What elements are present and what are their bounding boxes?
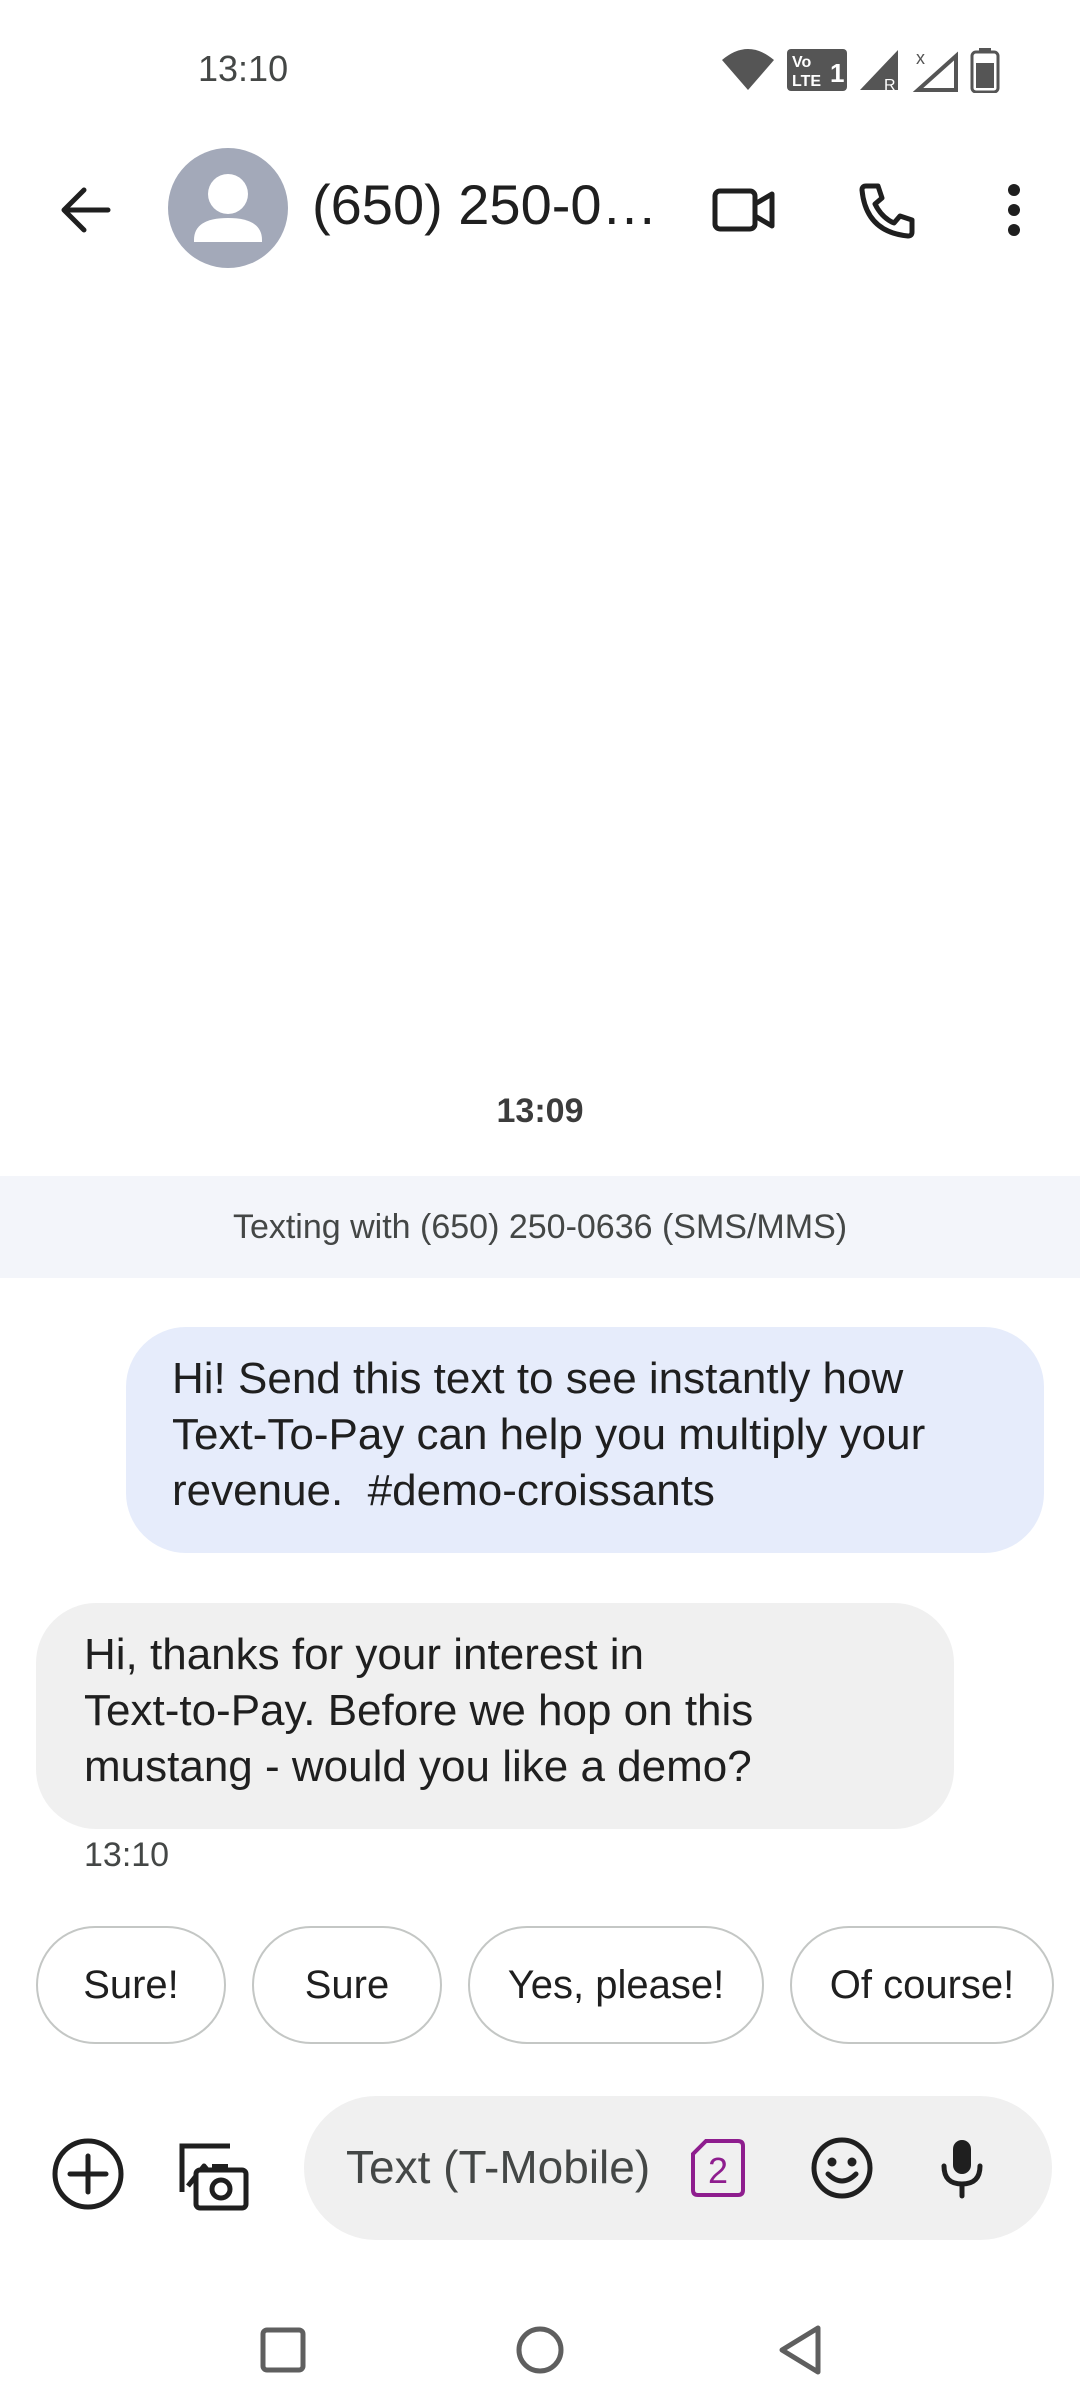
mic-icon xyxy=(941,2140,983,2199)
sim-icon: 2 xyxy=(691,2139,745,2197)
incoming-message-bubble[interactable]: Hi, thanks for your interest in Text-to-… xyxy=(36,1603,954,1829)
contact-name[interactable]: (650) 250-0636 xyxy=(312,170,662,240)
signal-no-service-icon: x xyxy=(912,48,958,92)
status-time: 13:10 xyxy=(198,48,289,89)
status-bar: 13:10 Vo LTE 1 R x xyxy=(0,0,1080,130)
add-attachment-button[interactable] xyxy=(40,2126,136,2222)
texting-with-banner: Texting with (650) 250-0636 (SMS/MMS) xyxy=(0,1176,1080,1278)
suggestion-chip[interactable]: Of course! xyxy=(790,1926,1054,2044)
volte-icon: Vo LTE 1 xyxy=(787,49,847,91)
phone-icon xyxy=(859,183,915,239)
system-back-button[interactable] xyxy=(760,2310,840,2390)
message-line: revenue. #demo-croissants xyxy=(172,1466,715,1515)
signal-roaming-icon: R xyxy=(860,50,898,92)
back-arrow-icon xyxy=(61,187,111,233)
gallery-button[interactable] xyxy=(164,2126,260,2222)
time-divider: 13:09 xyxy=(496,1092,584,1130)
message-line: Text-To-Pay can help you multiply your xyxy=(172,1410,926,1459)
emoji-icon xyxy=(811,2137,873,2199)
gallery-camera-icon xyxy=(179,2143,249,2211)
svg-text:1: 1 xyxy=(830,58,844,88)
message-line: Hi! Send this text to see instantly how xyxy=(172,1354,904,1403)
avatar-person-icon xyxy=(194,174,262,242)
voice-input-button[interactable] xyxy=(926,2132,998,2204)
home-circle-icon xyxy=(516,2326,564,2374)
recents-button[interactable] xyxy=(243,2310,323,2390)
suggestion-chip[interactable]: Sure xyxy=(252,1926,442,2044)
back-button[interactable] xyxy=(46,170,126,250)
message-line: mustang - would you like a demo? xyxy=(84,1742,752,1791)
video-call-button[interactable] xyxy=(702,168,786,252)
compose-text-field[interactable]: Text (T-Mobile) 2 xyxy=(304,2096,1052,2240)
message-timestamp: 13:10 xyxy=(84,1836,170,1874)
more-vert-icon xyxy=(1008,184,1020,236)
emoji-button[interactable] xyxy=(806,2132,878,2204)
more-options-button[interactable] xyxy=(972,168,1056,252)
recents-square-icon xyxy=(260,2327,306,2373)
status-icons: Vo LTE 1 R x xyxy=(720,44,1000,96)
svg-text:Vo: Vo xyxy=(792,54,811,71)
wifi-icon xyxy=(722,49,774,92)
compose-placeholder[interactable]: Text (T-Mobile) xyxy=(346,2140,666,2194)
suggestion-chip[interactable]: Sure! xyxy=(36,1926,226,2044)
svg-text:x: x xyxy=(916,48,925,68)
message-line: Hi, thanks for your interest in xyxy=(84,1630,645,1679)
message-line: Text-to-Pay. Before we hop on this xyxy=(84,1686,754,1735)
smart-reply-suggestions: Sure! Sure Yes, please! Of course! xyxy=(36,1926,1054,2044)
svg-text:2: 2 xyxy=(708,2150,728,2191)
svg-text:LTE: LTE xyxy=(792,73,821,90)
video-call-icon xyxy=(712,188,775,232)
battery-icon xyxy=(970,48,1000,93)
messages-screen: 13:10 Vo LTE 1 R x (650) 250-0636 13:09 … xyxy=(0,0,1080,2400)
add-circle-icon xyxy=(52,2138,124,2210)
conversation-app-bar: (650) 250-0636 xyxy=(0,140,1080,280)
svg-text:R: R xyxy=(884,77,896,92)
sim-selector-button[interactable]: 2 xyxy=(690,2138,746,2198)
call-button[interactable] xyxy=(846,168,930,252)
home-button[interactable] xyxy=(500,2310,580,2390)
back-triangle-icon xyxy=(779,2325,821,2375)
system-navigation-bar xyxy=(0,2290,1080,2400)
contact-avatar[interactable] xyxy=(168,148,288,268)
outgoing-message-bubble[interactable]: Hi! Send this text to see instantly how … xyxy=(126,1327,1044,1553)
suggestion-chip[interactable]: Yes, please! xyxy=(468,1926,764,2044)
